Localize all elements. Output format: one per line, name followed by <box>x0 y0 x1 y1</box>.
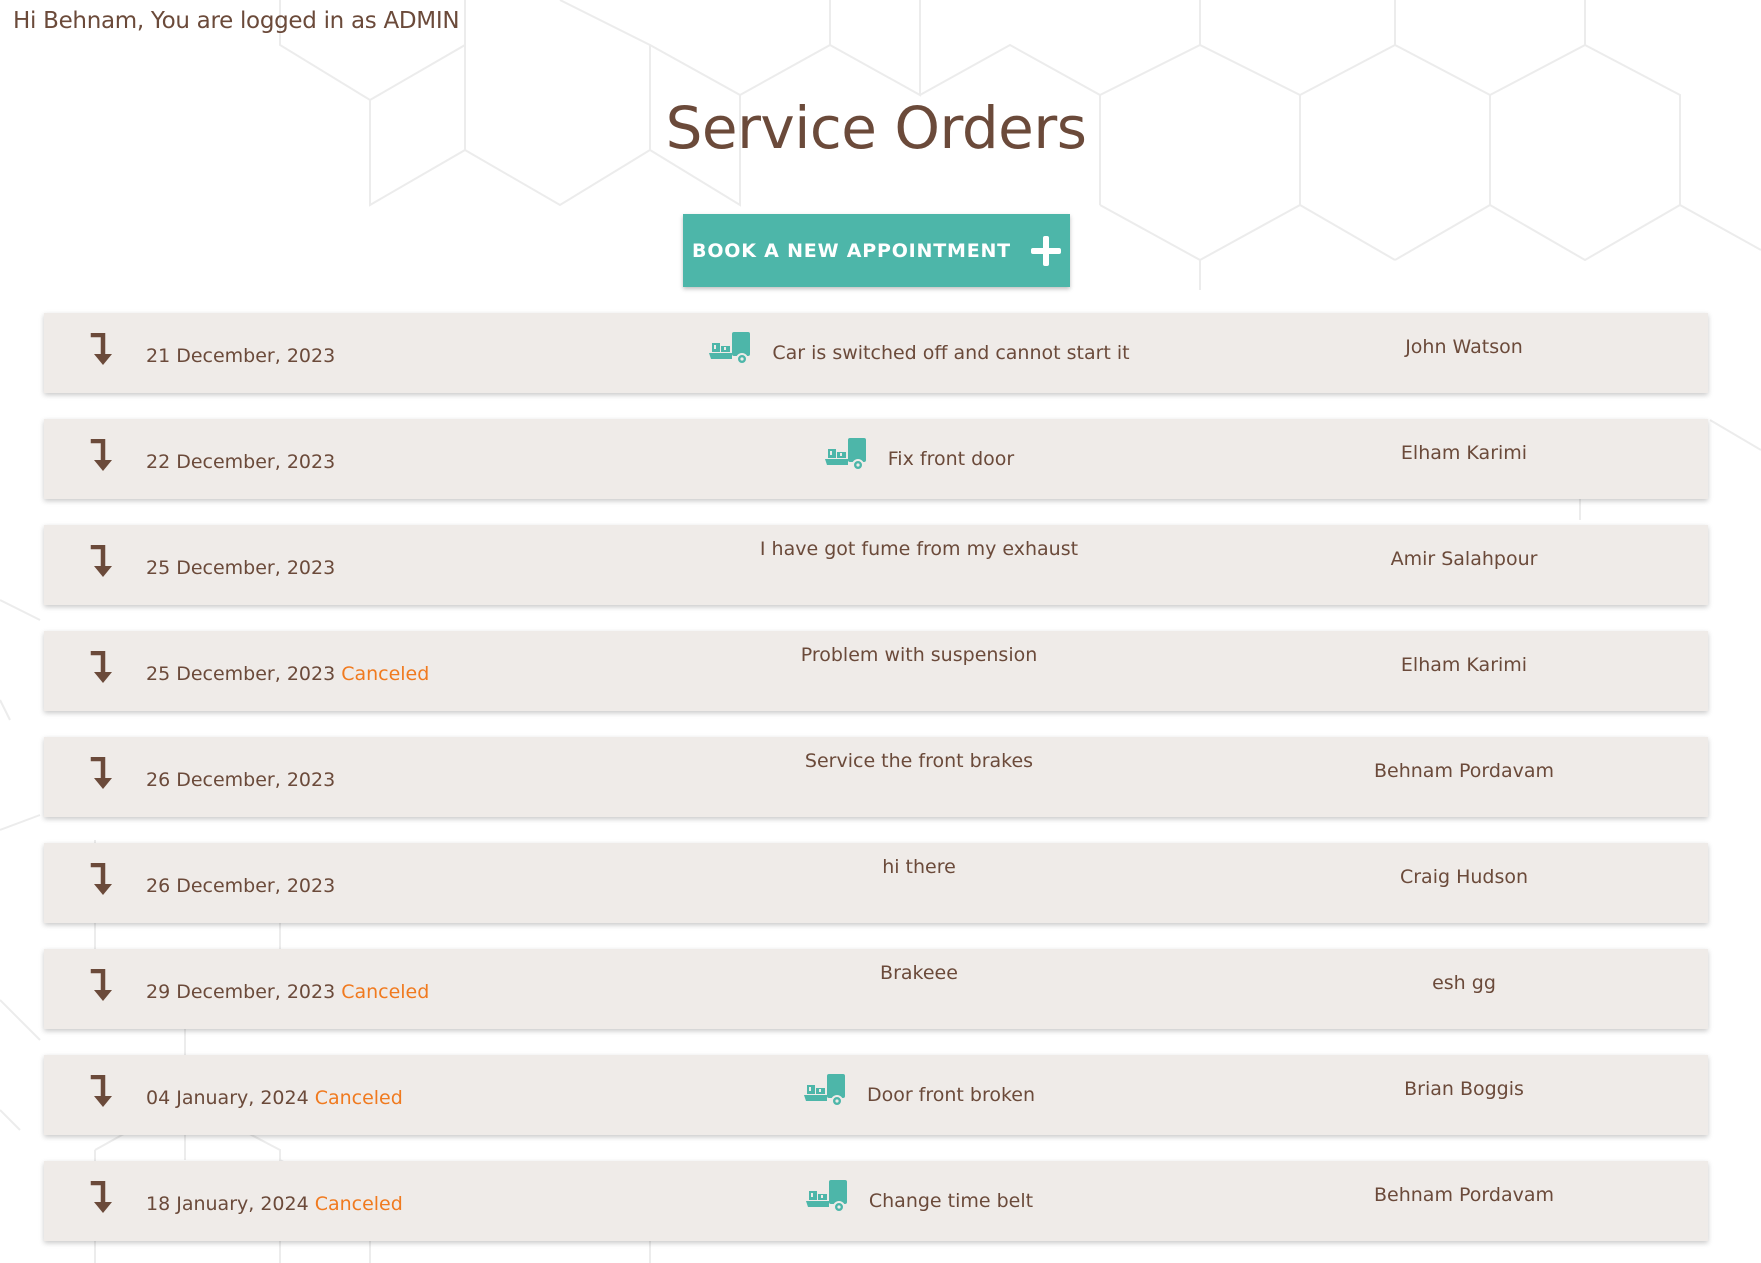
order-customer: Brian Boggis <box>1404 1078 1524 1100</box>
order-description-text: Change time belt <box>868 1190 1034 1212</box>
order-date: 29 December, 2023 Canceled <box>146 981 429 1003</box>
arrow-down-icon <box>90 863 112 895</box>
order-date: 22 December, 2023 <box>146 451 335 473</box>
order-date-text: 25 December, 2023 <box>146 557 336 579</box>
order-description-text: hi there <box>882 856 956 878</box>
delivery-truck-icon <box>805 1180 847 1213</box>
delivery-truck-icon <box>824 438 866 471</box>
order-status: Canceled <box>314 1193 403 1215</box>
order-customer: Craig Hudson <box>1399 866 1529 888</box>
delivery-truck-icon <box>709 332 751 365</box>
arrow-down-icon <box>90 651 112 683</box>
order-customer: John Watson <box>1405 336 1523 358</box>
order-description-text: I have got fume from my exhaust <box>759 538 1079 560</box>
orders-list: 21 December, 2023 Car is switched off an… <box>44 313 1708 1263</box>
arrow-down-icon <box>90 1075 112 1107</box>
book-appointment-button[interactable]: BOOK A NEW APPOINTMENT <box>683 214 1070 287</box>
order-date: 26 December, 2023 <box>146 875 335 897</box>
order-description: Fix front door <box>444 437 1394 471</box>
order-row[interactable]: 25 December, 2023 Canceled Problem with s… <box>44 631 1708 711</box>
order-row[interactable]: 22 December, 2023 Fix front door Elham K… <box>44 419 1708 499</box>
arrow-down-icon <box>90 545 112 577</box>
order-date-text: 18 January, 2024 <box>146 1193 309 1215</box>
order-date: 26 December, 2023 <box>146 769 335 791</box>
order-row[interactable]: 26 December, 2023 hi there Craig Hudson <box>44 843 1708 923</box>
order-description: Problem with suspension <box>444 644 1394 666</box>
page-title: Service Orders <box>665 94 1087 162</box>
order-status: Canceled <box>341 663 430 685</box>
order-row[interactable]: 25 December, 2023 I have got fume from m… <box>44 525 1708 605</box>
order-row[interactable]: 04 January, 2024 Canceled Door front brok… <box>44 1055 1708 1135</box>
order-description-text: Door front broken <box>866 1084 1036 1106</box>
order-row[interactable]: 18 January, 2024 Canceled Change time bel… <box>44 1161 1708 1241</box>
order-date: 04 January, 2024 Canceled <box>146 1087 403 1109</box>
book-appointment-label: BOOK A NEW APPOINTMENT <box>692 239 1011 262</box>
order-description: Service the front brakes <box>444 750 1394 772</box>
order-date-text: 25 December, 2023 <box>146 663 336 685</box>
order-description: Door front broken <box>444 1073 1394 1107</box>
order-customer: Amir Salahpour <box>1390 548 1538 570</box>
order-description-text: Brakeee <box>880 962 958 984</box>
delivery-truck-icon <box>803 1074 845 1107</box>
page: Hi Behnam, You are logged in as ADMIN Se… <box>0 0 1761 1263</box>
order-date: 21 December, 2023 <box>146 345 335 367</box>
arrow-down-icon <box>90 757 112 789</box>
order-description: Change time belt <box>444 1179 1394 1213</box>
plus-icon <box>1030 235 1061 266</box>
order-date-text: 26 December, 2023 <box>146 875 336 897</box>
order-customer: Behnam Pordavam <box>1374 760 1554 782</box>
order-description-text: Fix front door <box>887 448 1015 470</box>
order-description: Car is switched off and cannot start it <box>444 331 1394 365</box>
arrow-down-icon <box>90 969 112 1001</box>
arrow-down-icon <box>90 439 112 471</box>
order-customer: Behnam Pordavam <box>1374 1184 1554 1206</box>
order-status: Canceled <box>341 981 430 1003</box>
arrow-down-icon <box>90 1181 112 1213</box>
order-row[interactable]: 21 December, 2023 Car is switched off an… <box>44 313 1708 393</box>
order-date: 25 December, 2023 Canceled <box>146 663 429 685</box>
order-row[interactable]: 29 December, 2023 Canceled Brakeee esh gg <box>44 949 1708 1029</box>
order-date: 18 January, 2024 Canceled <box>146 1193 403 1215</box>
order-description-text: Service the front brakes <box>804 750 1034 772</box>
order-date-text: 21 December, 2023 <box>146 345 336 367</box>
order-date-text: 04 January, 2024 <box>146 1087 309 1109</box>
order-date-text: 26 December, 2023 <box>146 769 336 791</box>
order-date-text: 29 December, 2023 <box>146 981 336 1003</box>
order-customer: esh gg <box>1432 972 1496 994</box>
order-status: Canceled <box>314 1087 403 1109</box>
greeting-text: Hi Behnam, You are logged in as ADMIN <box>13 8 460 34</box>
order-row[interactable]: 26 December, 2023 Service the front brak… <box>44 737 1708 817</box>
order-date: 25 December, 2023 <box>146 557 335 579</box>
order-customer: Elham Karimi <box>1400 654 1528 676</box>
arrow-down-icon <box>90 333 112 365</box>
order-description: hi there <box>444 856 1394 878</box>
order-description: I have got fume from my exhaust <box>444 538 1394 560</box>
order-customer: Elham Karimi <box>1400 442 1528 464</box>
order-description-text: Car is switched off and cannot start it <box>772 342 1130 364</box>
order-date-text: 22 December, 2023 <box>146 451 336 473</box>
order-description-text: Problem with suspension <box>800 644 1038 666</box>
order-description: Brakeee <box>444 962 1394 984</box>
